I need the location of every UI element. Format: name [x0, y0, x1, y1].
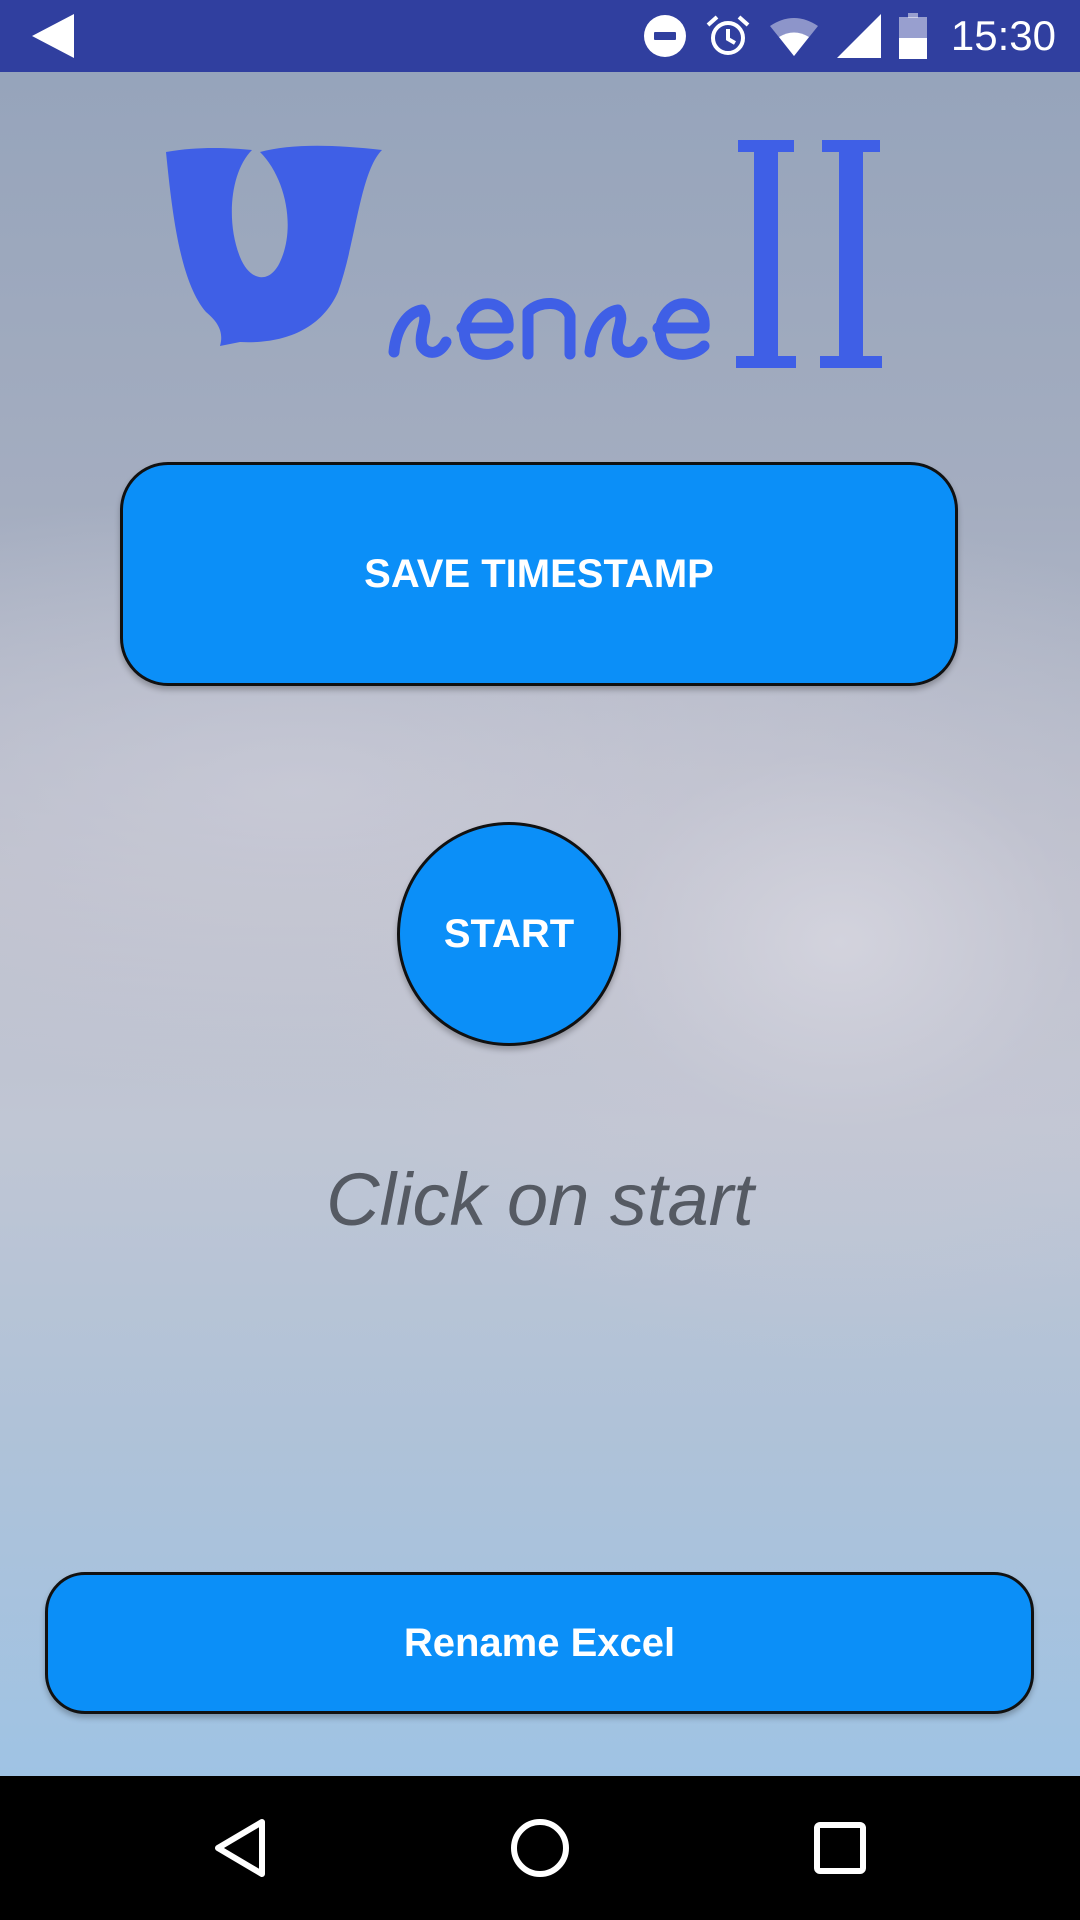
nav-recents-button[interactable] — [780, 1776, 900, 1920]
status-bar: 15:30 — [0, 0, 1080, 72]
nav-recents-icon — [814, 1822, 866, 1874]
nav-home-button[interactable] — [480, 1776, 600, 1920]
nav-home-icon — [511, 1819, 569, 1877]
status-time: 15:30 — [950, 12, 1056, 59]
app-logo — [166, 140, 882, 368]
status-icons: 15:30 — [643, 0, 1056, 72]
save-timestamp-button[interactable]: SAVE TIMESTAMP — [120, 462, 958, 686]
navigation-bar — [0, 1776, 1080, 1920]
alarm-icon — [706, 15, 750, 55]
wifi-icon — [769, 18, 818, 56]
rename-excel-button[interactable]: Rename Excel — [45, 1572, 1034, 1714]
cell-signal-icon — [836, 14, 881, 58]
nav-back-button[interactable] — [180, 1776, 300, 1920]
status-hint-text: Click on start — [326, 1158, 754, 1241]
nav-back-icon — [215, 1819, 265, 1877]
start-button[interactable]: START — [397, 822, 621, 1046]
app-content: SAVE TIMESTAMP START Click on start Rena… — [0, 72, 1080, 1776]
do-not-disturb-icon — [643, 15, 686, 57]
battery-icon — [898, 13, 927, 59]
back-arrow-icon[interactable] — [30, 12, 76, 60]
